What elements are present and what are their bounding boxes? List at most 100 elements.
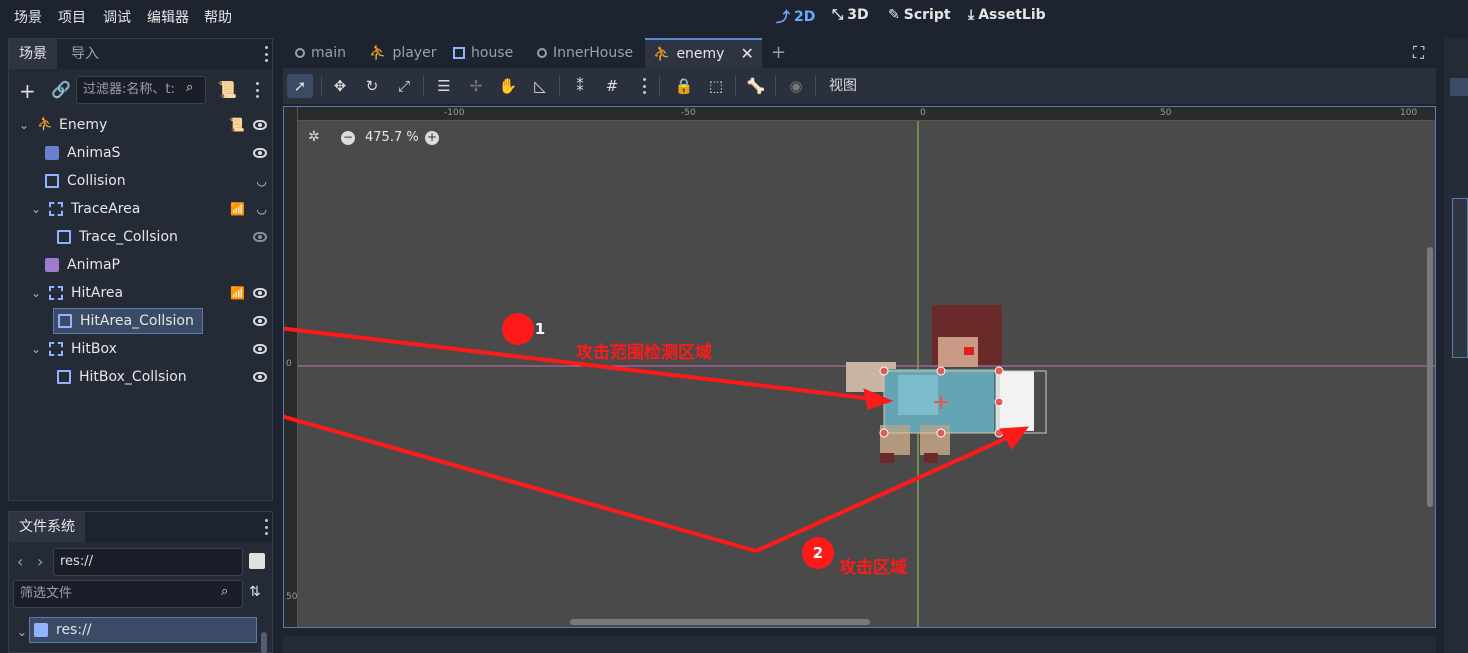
filesystem-dock: 文件系统 ‹ › res:// 筛选文件 ⌕ ⇅ ⌄ res:// [8,511,273,653]
canvas-drawing [284,121,1435,627]
tab-scene-player[interactable]: ⛹ player [361,38,444,68]
menu-debug[interactable]: 调试 [103,7,131,27]
add-tab-icon[interactable]: + [763,38,794,68]
scene-tabs-bar: main ⛹ player house InnerHouse ⛹ enemy ✕ +… [283,38,1436,68]
signal-icon[interactable]: 📶 [230,286,245,300]
hidden-eye-icon[interactable]: ◡ [257,202,267,216]
tab-scene-innerhouse[interactable]: InnerHouse [529,38,641,68]
dock-menu-icon[interactable] [264,519,268,535]
link-icon[interactable]: 🔗 [51,80,71,99]
annotation-marker-1 [502,313,534,345]
visibility-icon[interactable] [253,344,267,354]
mode-script-button[interactable]: ✎ Script [888,7,951,23]
hidden-eye-icon[interactable]: ◡ [257,174,267,188]
script-icon[interactable]: 📜 [229,118,245,133]
separator [659,76,660,96]
fs-root-item[interactable]: res:// [29,617,257,643]
tree-node-hitarea-collsion[interactable]: HitArea_Collsion [53,308,273,334]
pivot-tool-icon[interactable]: ✢ [463,74,489,98]
separator [559,76,560,96]
list-select-tool-icon[interactable]: ☰ [431,74,457,98]
tree-node-enemy[interactable]: ⌄ ⛹ Enemy 📜 [19,112,273,138]
3d-icon: ⤡ [832,7,844,23]
menu-scene[interactable]: 场景 [14,7,42,27]
mode-2d-button[interactable]: ⤴ 2D [776,7,815,27]
tree-node-animap[interactable]: AnimaP [45,252,273,278]
bone-icon[interactable]: 🦴 [743,74,769,98]
mode-assetlib-button[interactable]: ⤓ AssetLib [968,7,1046,23]
canvas-viewport[interactable]: -100 -50 0 50 100 0 50 1 攻击范围检测区域 2 攻击区域… [283,106,1436,628]
center-view-icon[interactable]: ✲ [308,129,320,145]
path-input[interactable]: res:// [53,548,243,576]
tree-node-animas[interactable]: AnimaS [45,140,273,166]
visibility-icon[interactable] [253,148,267,158]
visibility-icon[interactable] [253,288,267,298]
area-icon [49,286,63,300]
area-icon [453,47,465,59]
tab-scene-enemy[interactable]: ⛹ enemy ✕ [645,38,762,68]
visibility-icon[interactable] [253,120,267,130]
snap-options-icon[interactable] [642,78,646,94]
separator [321,76,322,96]
scale-tool-icon[interactable]: ⤢ [391,74,417,98]
tab-filesystem[interactable]: 文件系统 [9,512,85,542]
rotate-tool-icon[interactable]: ↻ [359,74,385,98]
close-icon[interactable]: ✕ [740,39,753,69]
zoom-out-icon[interactable]: − [341,131,355,145]
lock-icon[interactable]: 🔒 [671,74,697,98]
separator [423,76,424,96]
signal-icon[interactable]: 📶 [230,202,245,216]
collapse-icon[interactable]: ⌄ [31,202,43,216]
tree-node-tracearea[interactable]: ⌄ TraceArea 📶 ◡ [31,196,273,222]
sort-icon[interactable]: ⇅ [249,584,261,600]
collapse-icon[interactable]: ⌄ [17,625,29,639]
move-tool-icon[interactable]: ✥ [327,74,353,98]
collapse-icon[interactable]: ⌄ [31,286,43,300]
tree-node-hitbox-collsion[interactable]: HitBox_Collsion [57,364,273,390]
zoom-level[interactable]: 475.7 % [365,130,419,145]
tab-scene-house[interactable]: house [445,38,521,68]
separator [735,76,736,96]
menu-editor[interactable]: 编辑器 [147,7,189,27]
tree-node-trace-collsion[interactable]: Trace_Collsion [57,224,273,250]
back-icon[interactable]: ‹ [17,552,23,571]
mode-3d-button[interactable]: ⤡ 3D [832,7,869,23]
inspector-toolbar-icon[interactable] [1450,78,1468,96]
tab-scene-main[interactable]: main [287,38,354,68]
attach-script-icon[interactable]: 📜 [217,80,237,99]
zoom-in-icon[interactable]: + [425,131,439,145]
tab-scene[interactable]: 场景 [9,39,57,69]
smart-snap-icon[interactable]: ⁑ [567,74,593,98]
ruler-tool-icon[interactable]: ◺ [527,74,553,98]
visibility-icon[interactable] [253,316,267,326]
group-icon[interactable]: ⬚ [703,74,729,98]
tree-node-collision[interactable]: Collision ◡ [45,168,273,194]
scene-options-icon[interactable] [255,82,259,98]
tree-node-hitbox[interactable]: ⌄ HitBox [31,336,273,362]
dock-menu-icon[interactable] [264,46,268,62]
menu-project[interactable]: 项目 [58,7,86,27]
menu-help[interactable]: 帮助 [204,7,232,27]
separator [815,76,816,96]
fs-scrollbar[interactable] [261,632,267,653]
visibility-icon[interactable] [253,372,267,382]
camera-icon[interactable]: ◉ [783,74,809,98]
horizontal-scrollbar[interactable] [570,619,870,625]
pan-tool-icon[interactable]: ✋ [495,74,521,98]
collapse-icon[interactable]: ⌄ [19,118,31,132]
visibility-icon[interactable] [253,232,267,242]
forward-icon[interactable]: › [37,552,43,571]
grid-snap-icon[interactable]: # [599,74,625,98]
tab-import[interactable]: 导入 [61,39,109,69]
collapse-icon[interactable]: ⌄ [31,342,43,356]
tree-node-hitarea[interactable]: ⌄ HitArea 📶 [31,280,273,306]
vertical-scrollbar[interactable] [1427,247,1433,507]
add-node-icon[interactable]: + [19,79,36,103]
view-menu[interactable]: 视图 [823,74,863,98]
separator [775,76,776,96]
toggle-view-icon[interactable] [249,553,265,569]
select-tool-icon[interactable]: ➚ [287,74,313,98]
fullscreen-icon[interactable]: ⛶ [1413,43,1424,63]
area-icon [49,202,63,216]
file-filter-input[interactable]: 筛选文件 [13,580,243,608]
